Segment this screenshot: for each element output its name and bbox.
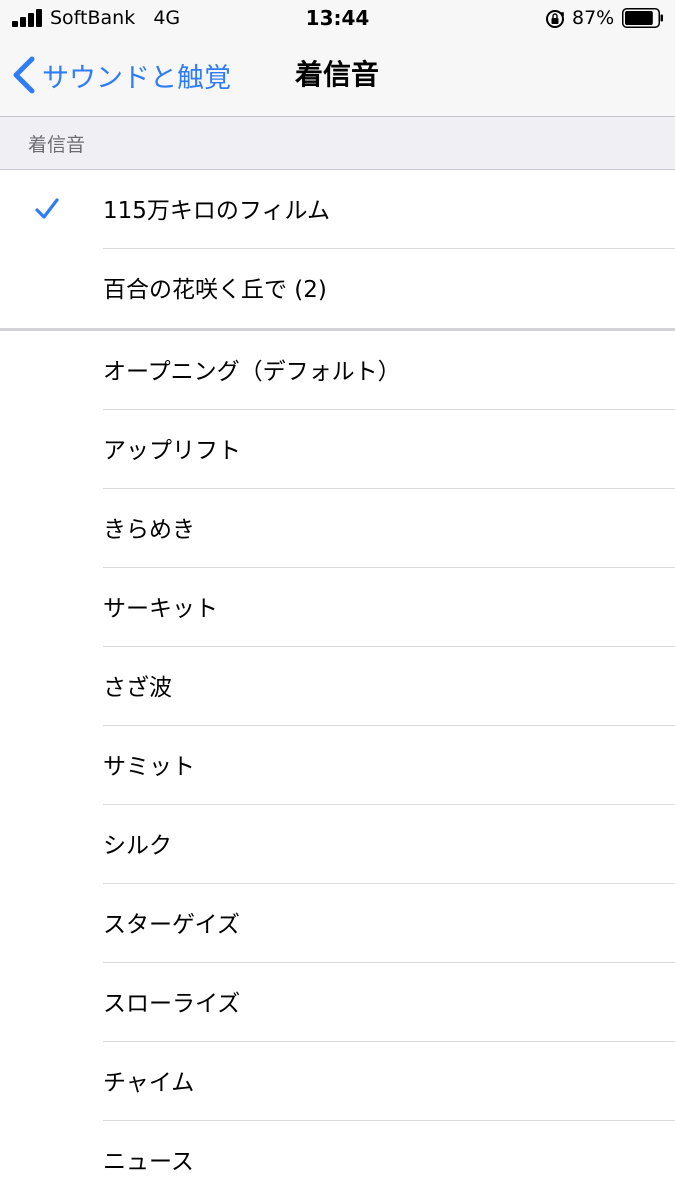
back-button-label: サウンドと触覚 xyxy=(42,62,231,94)
ringtone-list: 115万キロのフィルム 百合の花咲く丘で (2) オープニング（デフォルト） アップ… xyxy=(0,170,675,1200)
battery-percent: 87% xyxy=(572,7,615,29)
ringtone-label: 115万キロのフィルム xyxy=(103,198,330,224)
ringtone-row[interactable]: スローライズ xyxy=(0,963,675,1042)
ringtone-row[interactable]: スターゲイズ xyxy=(0,884,675,963)
section-header: 着信音 xyxy=(0,116,675,170)
page-title: 着信音 xyxy=(295,58,380,91)
ringtone-row[interactable]: チャイム xyxy=(0,1042,675,1121)
section-header-label: 着信音 xyxy=(28,134,86,156)
status-bar: SoftBank 4G 13:44 87% xyxy=(0,0,675,38)
builtin-tones-group: オープニング（デフォルト） アップリフト きらめきサーキットさざ波サミットシルクスタ… xyxy=(0,331,675,1200)
custom-tones-group: 115万キロのフィルム 百合の花咲く丘で (2) xyxy=(0,170,675,328)
ringtone-row[interactable]: 百合の花咲く丘で (2) xyxy=(0,249,675,328)
ringtone-label: アップリフト xyxy=(103,438,241,464)
ringtone-label: きらめき xyxy=(103,517,195,543)
chevron-left-icon xyxy=(13,56,35,94)
ringtone-row[interactable]: シルク xyxy=(0,805,675,884)
ringtone-label: スターゲイズ xyxy=(103,912,240,938)
ringtone-label: ニュース xyxy=(103,1149,194,1175)
ringtone-row[interactable]: サミット xyxy=(0,726,675,805)
rotation-lock-icon xyxy=(546,10,564,28)
ringtone-label: オープニング（デフォルト） xyxy=(103,359,401,385)
ringtone-row[interactable]: ニュース xyxy=(0,1121,675,1200)
ringtone-row[interactable]: きらめき xyxy=(0,489,675,568)
ringtone-row[interactable]: 115万キロのフィルム xyxy=(0,170,675,249)
ringtone-label: さざ波 xyxy=(103,675,172,701)
ringtone-label: シルク xyxy=(103,833,172,859)
ringtone-label: チャイム xyxy=(103,1070,195,1096)
ringtone-label: 百合の花咲く丘で (2) xyxy=(103,277,327,303)
checkmark-icon xyxy=(35,198,59,219)
ringtone-label: スローライズ xyxy=(103,991,241,1017)
ringtone-row[interactable]: アップリフト xyxy=(0,410,675,489)
battery-icon xyxy=(622,8,663,28)
ringtone-label: サーキット xyxy=(103,596,218,622)
ringtone-row[interactable]: サーキット xyxy=(0,568,675,647)
navigation-bar: サウンドと触覚 着信音 xyxy=(0,38,675,116)
ringtone-row[interactable]: オープニング（デフォルト） xyxy=(0,331,675,410)
back-button[interactable]: サウンドと触覚 xyxy=(8,52,231,98)
ringtone-label: サミット xyxy=(103,754,195,780)
ringtone-row[interactable]: さざ波 xyxy=(0,647,675,726)
